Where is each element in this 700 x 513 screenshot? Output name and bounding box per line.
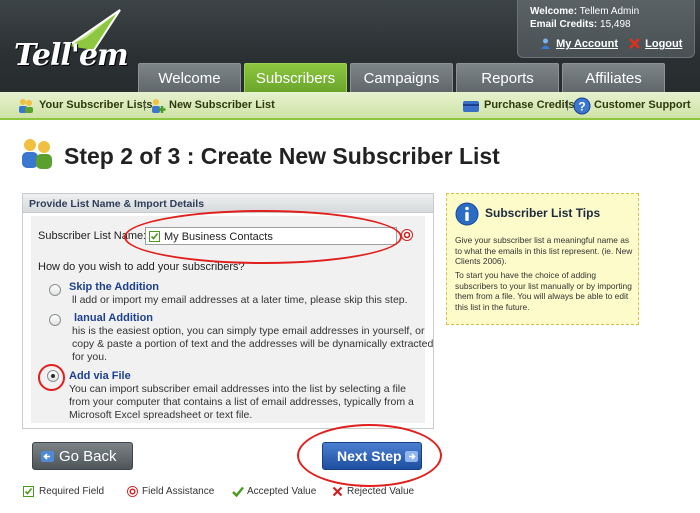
info-icon (455, 202, 479, 226)
assistance-legend-icon (127, 486, 138, 497)
add-via-file-desc: You can import subscriber email addresse… (69, 383, 414, 421)
rejected-legend-icon (332, 486, 343, 497)
credits-label: Email Credits: (530, 19, 598, 30)
purchase-credits-link[interactable]: Purchase Credits (484, 99, 574, 111)
welcome-line: Welcome: Tellem Admin (530, 6, 639, 17)
field-assistance-icon[interactable] (401, 229, 413, 241)
add-method-question: How do you wish to add your subscribers? (38, 261, 245, 273)
tab-subscribers[interactable]: Subscribers (244, 63, 347, 92)
required-legend-icon (23, 486, 34, 497)
manual-addition-radio[interactable] (49, 314, 61, 326)
tab-campaigns[interactable]: Campaigns (350, 63, 453, 92)
go-back-label: Go Back (59, 447, 117, 465)
new-subscriber-list-link[interactable]: New Subscriber List (169, 99, 275, 111)
legend-assistance: Field Assistance (142, 486, 215, 497)
welcome-label: Welcome: (530, 6, 578, 17)
arrow-left-icon (41, 451, 54, 462)
people-icon (19, 99, 33, 113)
go-back-button[interactable]: Go Back (32, 442, 133, 470)
tips-paragraph-1: Give your subscriber list a meaningful n… (455, 235, 633, 267)
manual-addition-title[interactable]: lanual Addition (74, 312, 153, 324)
tab-reports[interactable]: Reports (456, 63, 559, 92)
svg-text:?: ? (578, 100, 585, 114)
logo-text: Tell'em (14, 38, 129, 73)
sub-navigation: Your Subscriber Lists | New Subscriber L… (0, 92, 700, 120)
tab-affiliates[interactable]: Affiliates (562, 63, 665, 92)
annotation-circle-next-step (297, 424, 442, 487)
legend-rejected: Rejected Value (347, 486, 415, 497)
manual-addition-desc: his is the easiest option, you can simpl… (72, 325, 434, 363)
customer-support-link[interactable]: Customer Support (594, 99, 691, 111)
tab-welcome[interactable]: Welcome (138, 63, 241, 92)
your-subscriber-lists-link[interactable]: Your Subscriber Lists (39, 99, 153, 111)
skip-addition-title[interactable]: Skip the Addition (69, 281, 159, 293)
annotation-circle-list-name (124, 210, 402, 264)
legend-accepted: Accepted Value (247, 486, 317, 497)
welcome-value: Tellem Admin (579, 6, 640, 17)
credits-line: Email Credits: 15,498 (530, 19, 631, 30)
credits-value: 15,498 (600, 19, 631, 30)
subnav-separator: | (143, 99, 146, 111)
people-group-icon (22, 139, 52, 169)
main-tabs: Welcome Subscribers Campaigns Reports Af… (138, 63, 665, 92)
tips-box: Subscriber List Tips Give your subscribe… (446, 193, 639, 325)
tips-title: Subscriber List Tips (485, 206, 601, 220)
logout-icon (629, 38, 640, 49)
account-box: Welcome: Tellem Admin Email Credits: 15,… (517, 0, 695, 58)
logo[interactable]: Tell'em (12, 8, 132, 80)
subnav-separator: | (566, 99, 569, 111)
logout-link[interactable]: Logout (645, 38, 682, 50)
skip-addition-desc: ll add or import my email addresses at a… (72, 294, 408, 306)
page: Tell'em Welcome: Tellem Admin Email Cred… (0, 0, 700, 513)
tips-paragraph-2: To start you have the choice of adding s… (455, 270, 632, 312)
accepted-legend-icon (232, 486, 244, 497)
header: Tell'em Welcome: Tellem Admin Email Cred… (0, 0, 700, 92)
account-links: My Account Logout (540, 38, 682, 50)
user-icon (541, 38, 550, 49)
credit-card-icon (463, 101, 479, 112)
add-via-file-title[interactable]: Add via File (69, 370, 131, 382)
legend-required: Required Field (39, 486, 105, 497)
help-icon: ? (573, 97, 591, 115)
my-account-link[interactable]: My Account (556, 38, 618, 50)
page-title: Step 2 of 3 : Create New Subscriber List (64, 143, 500, 169)
annotation-circle-file-radio (38, 364, 65, 391)
add-people-icon (152, 99, 166, 113)
skip-addition-radio[interactable] (49, 284, 61, 296)
